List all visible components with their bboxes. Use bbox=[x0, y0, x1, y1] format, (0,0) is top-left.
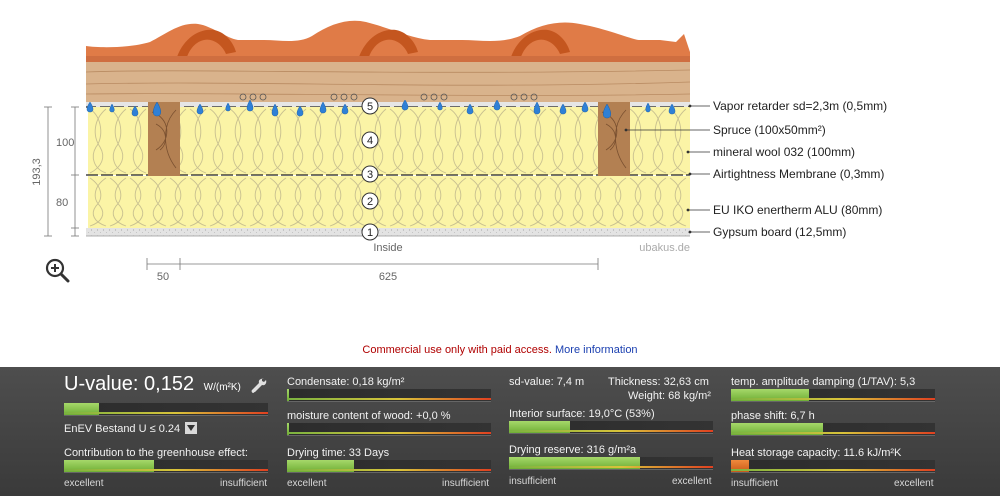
enev-label: EnEV Bestand U ≤ 0.24 bbox=[64, 423, 181, 435]
wrench-icon[interactable] bbox=[250, 377, 268, 395]
drying-reserve-bar bbox=[509, 457, 713, 470]
commercial-use-notice: Commercial use only with paid access. Mo… bbox=[0, 344, 1000, 356]
layer-number-2: 2 bbox=[361, 192, 379, 210]
spruce-rafter-right bbox=[598, 102, 630, 176]
zoom-in-icon[interactable] bbox=[44, 257, 70, 283]
label-gypsum-board: Gypsum board (12,5mm) bbox=[713, 225, 846, 239]
greenhouse-label: Contribution to the greenhouse effect: bbox=[64, 447, 248, 459]
scale-insufficient-1: insufficient bbox=[220, 478, 268, 489]
layer-number-5: 5 bbox=[361, 97, 379, 115]
left-dimensions bbox=[44, 106, 79, 237]
weight-label: Weight: 68 kg/m² bbox=[628, 390, 711, 402]
scale-excellent-4: excellent bbox=[894, 478, 934, 489]
scale-insufficient-2: insufficient bbox=[442, 478, 490, 489]
spruce-rafter-left bbox=[148, 102, 180, 176]
condensate-bar bbox=[287, 389, 491, 402]
results-panel: U-value: 0,152 W/(m²K) EnEV Bestand U ≤ … bbox=[0, 367, 1000, 496]
svg-text:2: 2 bbox=[367, 196, 373, 208]
watermark: ubakus.de bbox=[639, 242, 690, 254]
scale-excellent-3: excellent bbox=[672, 476, 712, 487]
heat-storage-bar bbox=[731, 460, 935, 473]
roof-cross-section-diagram: 5 4 3 2 1 Inside ubakus.de 193,3 100 80 … bbox=[31, 20, 887, 283]
more-information-link[interactable]: More information bbox=[555, 344, 638, 356]
svg-text:3: 3 bbox=[367, 169, 373, 181]
phase-shift-label: phase shift: 6,7 h bbox=[731, 410, 815, 422]
moisture-bar bbox=[287, 423, 491, 436]
dim-spacing-large: 625 bbox=[379, 271, 397, 283]
drying-time-bar bbox=[287, 460, 491, 473]
scale-insufficient-4: insufficient bbox=[731, 478, 779, 489]
scale-excellent-1: excellent bbox=[64, 478, 104, 489]
moisture-label: moisture content of wood: +0,0 % bbox=[287, 410, 451, 422]
greenhouse-bar bbox=[64, 460, 268, 473]
u-value-number: 0,152 bbox=[144, 373, 195, 395]
enev-requirement[interactable]: EnEV Bestand U ≤ 0.24 bbox=[64, 422, 198, 435]
interior-surface-bar bbox=[509, 421, 713, 434]
enertherm-alu-layer bbox=[88, 176, 690, 228]
scale-excellent-2: excellent bbox=[287, 478, 327, 489]
notice-text: Commercial use only with paid access. bbox=[362, 344, 552, 356]
dim-lower: 80 bbox=[56, 197, 68, 209]
label-airtightness-membrane: Airtightness Membrane (0,3mm) bbox=[713, 167, 884, 181]
interior-surface-label: Interior surface: 19,0°C (53%) bbox=[509, 408, 655, 420]
label-vapor-retarder: Vapor retarder sd=2,3m (0,5mm) bbox=[713, 99, 887, 113]
scale-insufficient-3: insufficient bbox=[509, 476, 557, 487]
roof-tiles bbox=[86, 20, 690, 60]
thickness-label: Thickness: 32,63 cm bbox=[608, 376, 709, 388]
gypsum-board-layer bbox=[86, 228, 690, 236]
svg-text:4: 4 bbox=[367, 135, 373, 147]
dropdown-arrow-icon[interactable] bbox=[185, 422, 198, 434]
bottom-dimensions bbox=[146, 258, 599, 270]
layer-number-1: 1 bbox=[361, 223, 379, 241]
layer-number-4: 4 bbox=[361, 131, 379, 149]
label-spruce: Spruce (100x50mm²) bbox=[713, 123, 826, 137]
layer-number-3: 3 bbox=[361, 165, 379, 183]
sd-value-label: sd-value: 7,4 m bbox=[509, 376, 585, 388]
temp-amplitude-bar bbox=[731, 389, 935, 402]
svg-text:1: 1 bbox=[367, 227, 373, 239]
drying-time-label: Drying time: 33 Days bbox=[287, 447, 390, 459]
condensate-label: Condensate: 0,18 kg/m² bbox=[287, 376, 405, 388]
u-value-label: U-value: bbox=[64, 373, 139, 395]
u-value-display: U-value: 0,152 W/(m²K) bbox=[64, 373, 241, 396]
phase-shift-bar bbox=[731, 423, 935, 436]
battens bbox=[85, 56, 691, 102]
svg-text:5: 5 bbox=[367, 101, 373, 113]
u-value-unit: W/(m²K) bbox=[203, 382, 241, 393]
dim-total: 193,3 bbox=[31, 158, 43, 186]
heat-storage-label: Heat storage capacity: 11.6 kJ/m²K bbox=[731, 447, 902, 459]
label-enertherm-alu: EU IKO enertherm ALU (80mm) bbox=[713, 203, 882, 217]
drying-reserve-label: Drying reserve: 316 g/m²a bbox=[509, 444, 637, 456]
dim-upper: 100 bbox=[56, 137, 74, 149]
inside-label: Inside bbox=[373, 242, 402, 254]
dim-spacing-small: 50 bbox=[157, 271, 169, 283]
u-value-bar bbox=[64, 403, 268, 416]
temp-amplitude-label: temp. amplitude damping (1/TAV): 5,3 bbox=[731, 376, 916, 388]
label-mineral-wool: mineral wool 032 (100mm) bbox=[713, 145, 855, 159]
